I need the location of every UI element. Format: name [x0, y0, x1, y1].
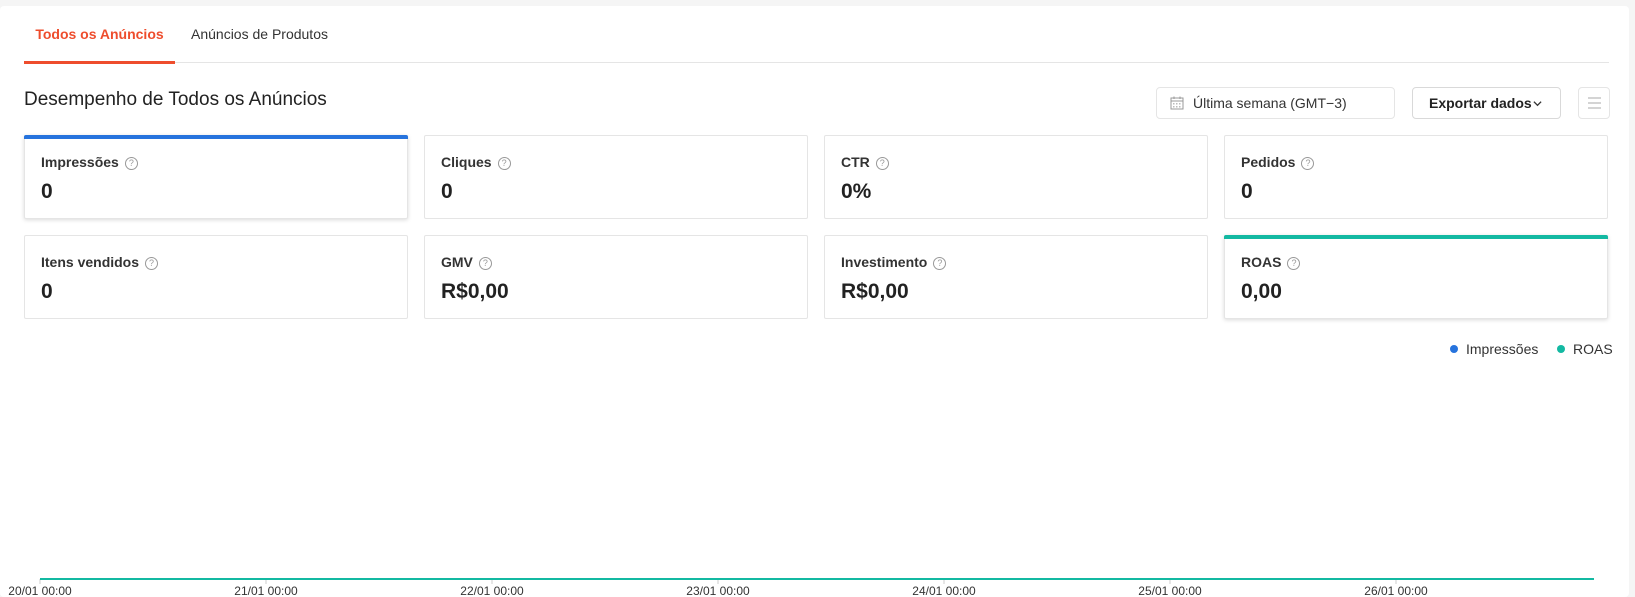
- performance-line-chart: 20/01 00:00 21/01 00:00 22/01 00:00 23/01 0…: [8, 578, 1594, 597]
- help-icon[interactable]: ?: [933, 257, 947, 270]
- selected-indicator: [1224, 235, 1608, 239]
- help-icon[interactable]: ?: [124, 157, 138, 170]
- chevron-down-icon: [1533, 101, 1542, 107]
- legend-impressions[interactable]: Impressões: [1450, 341, 1538, 357]
- export-data-button[interactable]: Exportar dados: [1412, 87, 1561, 119]
- help-icon[interactable]: ?: [1301, 157, 1315, 170]
- metric-card-ctr[interactable]: CTR? 0%: [824, 135, 1208, 219]
- metric-label-text: Investimento: [841, 254, 928, 270]
- metric-label: Cliques?: [441, 154, 511, 170]
- metric-value: 0%: [841, 180, 872, 203]
- list-menu-icon: [1588, 97, 1601, 109]
- legend-label: ROAS: [1573, 341, 1613, 357]
- legend-roas[interactable]: ROAS: [1557, 341, 1613, 357]
- metric-card-clicks[interactable]: Cliques? 0: [424, 135, 808, 219]
- legend-dot-icon: [1557, 345, 1565, 353]
- metric-value: 0,00: [1241, 280, 1282, 303]
- metric-label-text: Itens vendidos: [41, 254, 140, 270]
- x-tick-label: 20/01 00:00: [8, 584, 72, 597]
- tab-bar: Todos os Anúncios Anúncios de Produtos: [24, 6, 1609, 64]
- metric-label: Impressões?: [41, 154, 138, 170]
- metric-label-text: Impressões: [41, 154, 119, 170]
- metric-card-impressions[interactable]: Impressões? 0: [24, 135, 408, 219]
- help-icon[interactable]: ?: [1287, 257, 1301, 270]
- metric-value: 0: [441, 180, 453, 203]
- tab-all-ads[interactable]: Todos os Anúncios: [24, 6, 175, 64]
- metric-label-text: Pedidos: [1241, 154, 1296, 170]
- metric-label: ROAS?: [1241, 254, 1301, 270]
- tab-product-ads[interactable]: Anúncios de Produtos: [191, 6, 328, 63]
- x-tick-label: 21/01 00:00: [234, 584, 298, 597]
- selected-indicator: [24, 135, 408, 139]
- list-menu-button[interactable]: [1578, 87, 1610, 119]
- metric-label: CTR?: [841, 154, 889, 170]
- help-icon[interactable]: ?: [875, 157, 889, 170]
- metric-label-text: Cliques: [441, 154, 492, 170]
- page-title: Desempenho de Todos os Anúncios: [24, 89, 327, 110]
- metric-label-text: CTR: [841, 154, 870, 170]
- metric-label: Itens vendidos?: [41, 254, 159, 270]
- legend-dot-icon: [1450, 345, 1458, 353]
- metric-label: Pedidos?: [1241, 154, 1315, 170]
- metric-label-text: GMV: [441, 254, 473, 270]
- metric-card-gmv[interactable]: GMV? R$0,00: [424, 235, 808, 319]
- metric-value: 0: [41, 280, 53, 303]
- metric-card-orders[interactable]: Pedidos? 0: [1224, 135, 1608, 219]
- metric-value: R$0,00: [841, 280, 909, 303]
- date-range-value: Última semana (GMT−3): [1193, 95, 1347, 111]
- help-icon[interactable]: ?: [497, 157, 511, 170]
- help-icon[interactable]: ?: [145, 257, 159, 270]
- metric-label: Investimento?: [841, 254, 947, 270]
- legend-label: Impressões: [1466, 341, 1539, 357]
- metric-value: 0: [41, 180, 53, 203]
- x-tick-label: 26/01 00:00: [1364, 584, 1428, 597]
- export-data-label: Exportar dados: [1429, 95, 1532, 111]
- x-tick-label: 25/01 00:00: [1138, 584, 1202, 597]
- date-range-picker[interactable]: Última semana (GMT−3): [1156, 87, 1395, 119]
- metric-label-text: ROAS: [1241, 254, 1282, 270]
- metric-card-investment[interactable]: Investimento? R$0,00: [824, 235, 1208, 319]
- metric-label: GMV?: [441, 254, 492, 270]
- metric-value: R$0,00: [441, 280, 509, 303]
- x-tick-label: 23/01 00:00: [686, 584, 750, 597]
- metric-card-roas[interactable]: ROAS? 0,00: [1224, 235, 1608, 319]
- calendar-icon: [1170, 96, 1184, 110]
- help-icon[interactable]: ?: [478, 257, 492, 270]
- x-tick-label: 24/01 00:00: [912, 584, 976, 597]
- x-tick-label: 22/01 00:00: [460, 584, 524, 597]
- metric-card-items-sold[interactable]: Itens vendidos? 0: [24, 235, 408, 319]
- metric-value: 0: [1241, 180, 1253, 203]
